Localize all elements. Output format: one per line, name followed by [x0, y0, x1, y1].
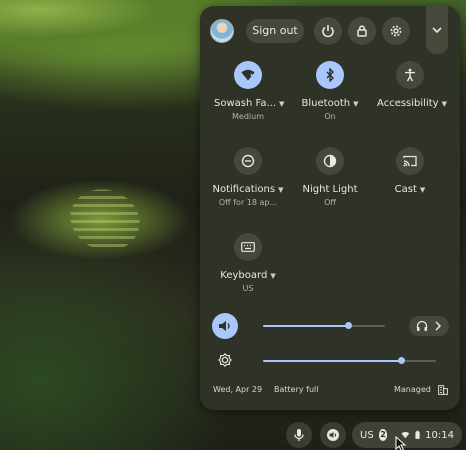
- volume-slider-fill: [263, 325, 349, 327]
- status-area-button[interactable]: US 2 10:14: [352, 422, 462, 448]
- wifi-label-text: Sowash Fa...: [214, 98, 276, 109]
- select-to-speak-icon: [327, 429, 339, 441]
- microphone-icon: [294, 429, 304, 441]
- caret-down-icon: ▼: [270, 272, 276, 280]
- bluetooth-tile-label[interactable]: Bluetooth ▼: [296, 98, 364, 109]
- caret-down-icon: ▼: [441, 100, 447, 108]
- brightness-slider[interactable]: [263, 357, 436, 364]
- battery-label[interactable]: Battery full: [274, 385, 318, 394]
- battery-icon: [415, 430, 420, 439]
- date-label[interactable]: Wed, Apr 29: [213, 385, 262, 394]
- brightness-slider-thumb[interactable]: [398, 357, 406, 364]
- night-light-toggle[interactable]: [316, 147, 344, 175]
- wifi-icon: [241, 69, 255, 81]
- caret-down-icon: ▼: [278, 186, 284, 194]
- accessibility-tile-label[interactable]: Accessibility ▼: [374, 98, 450, 109]
- collapse-button[interactable]: [426, 6, 448, 54]
- bluetooth-label-text: Bluetooth: [301, 98, 351, 109]
- managed-label[interactable]: Managed: [394, 385, 431, 394]
- power-button[interactable]: [314, 17, 342, 45]
- bluetooth-toggle[interactable]: [316, 61, 344, 89]
- wallpaper-detail: [61, 179, 149, 261]
- accessibility-label-text: Accessibility: [377, 98, 439, 109]
- caret-down-icon: ▼: [353, 100, 359, 108]
- audio-settings-button[interactable]: [409, 316, 449, 336]
- clock: 10:14: [425, 429, 454, 441]
- ime-indicator: US: [360, 429, 374, 441]
- caret-down-icon: ▼: [419, 186, 426, 194]
- notifications-label-text: Notifications: [212, 184, 276, 195]
- cast-toggle[interactable]: [396, 147, 424, 175]
- notification-counter: 2: [378, 429, 388, 441]
- chevron-down-icon: [432, 27, 442, 34]
- keyboard-label-text: Keyboard: [220, 270, 268, 281]
- select-to-speak-button[interactable]: [320, 422, 346, 448]
- lock-button[interactable]: [348, 17, 376, 45]
- notifications-tile-sublabel: Off for 18 ap...: [218, 198, 278, 207]
- bluetooth-tile-sublabel: On: [324, 112, 336, 121]
- brightness-button: [212, 347, 238, 373]
- quick-settings-panel: Sign out Sowash Fa... ▼ Medium Bluetooth…: [200, 6, 460, 410]
- notifications-toggle[interactable]: [234, 147, 262, 175]
- brightness-slider-fill: [263, 360, 402, 362]
- settings-button[interactable]: [382, 17, 410, 45]
- mouse-cursor-icon: [395, 436, 407, 450]
- cast-icon: [403, 155, 417, 167]
- keyboard-icon: [241, 242, 255, 252]
- keyboard-toggle[interactable]: [234, 233, 262, 261]
- notifications-tile-label[interactable]: Notifications ▼: [210, 184, 286, 195]
- cast-tile-label[interactable]: Cast ▼: [378, 184, 442, 195]
- sign-out-button[interactable]: Sign out: [246, 19, 304, 43]
- brightness-icon: [218, 353, 232, 367]
- wifi-tile-label[interactable]: Sowash Fa... ▼: [214, 98, 285, 109]
- accessibility-toggle[interactable]: [396, 61, 424, 89]
- volume-mute-button[interactable]: [212, 313, 238, 339]
- chevron-right-icon: [435, 321, 442, 331]
- night-light-icon: [323, 154, 337, 168]
- wifi-toggle[interactable]: [234, 61, 262, 89]
- keyboard-tile-sublabel: US: [242, 284, 254, 293]
- night-light-tile-sublabel: Off: [324, 198, 336, 207]
- lock-icon: [357, 25, 367, 37]
- volume-icon: [219, 321, 230, 331]
- night-light-tile-label[interactable]: Night Light: [296, 184, 364, 195]
- volume-slider[interactable]: [263, 322, 385, 329]
- power-icon: [322, 25, 334, 38]
- notifications-off-icon: [241, 154, 255, 168]
- dictation-button[interactable]: [286, 422, 312, 448]
- enterprise-building-icon[interactable]: [438, 385, 448, 395]
- headphones-icon: [416, 320, 428, 331]
- keyboard-tile-label[interactable]: Keyboard ▼: [214, 270, 282, 281]
- user-avatar[interactable]: [210, 19, 234, 43]
- volume-slider-thumb[interactable]: [345, 322, 353, 329]
- caret-down-icon: ▼: [279, 100, 285, 108]
- cast-label-text: Cast: [394, 184, 417, 195]
- gear-icon: [390, 25, 402, 37]
- wifi-tile-sublabel: Medium: [232, 112, 264, 121]
- bluetooth-icon: [326, 68, 334, 82]
- accessibility-icon: [405, 68, 415, 82]
